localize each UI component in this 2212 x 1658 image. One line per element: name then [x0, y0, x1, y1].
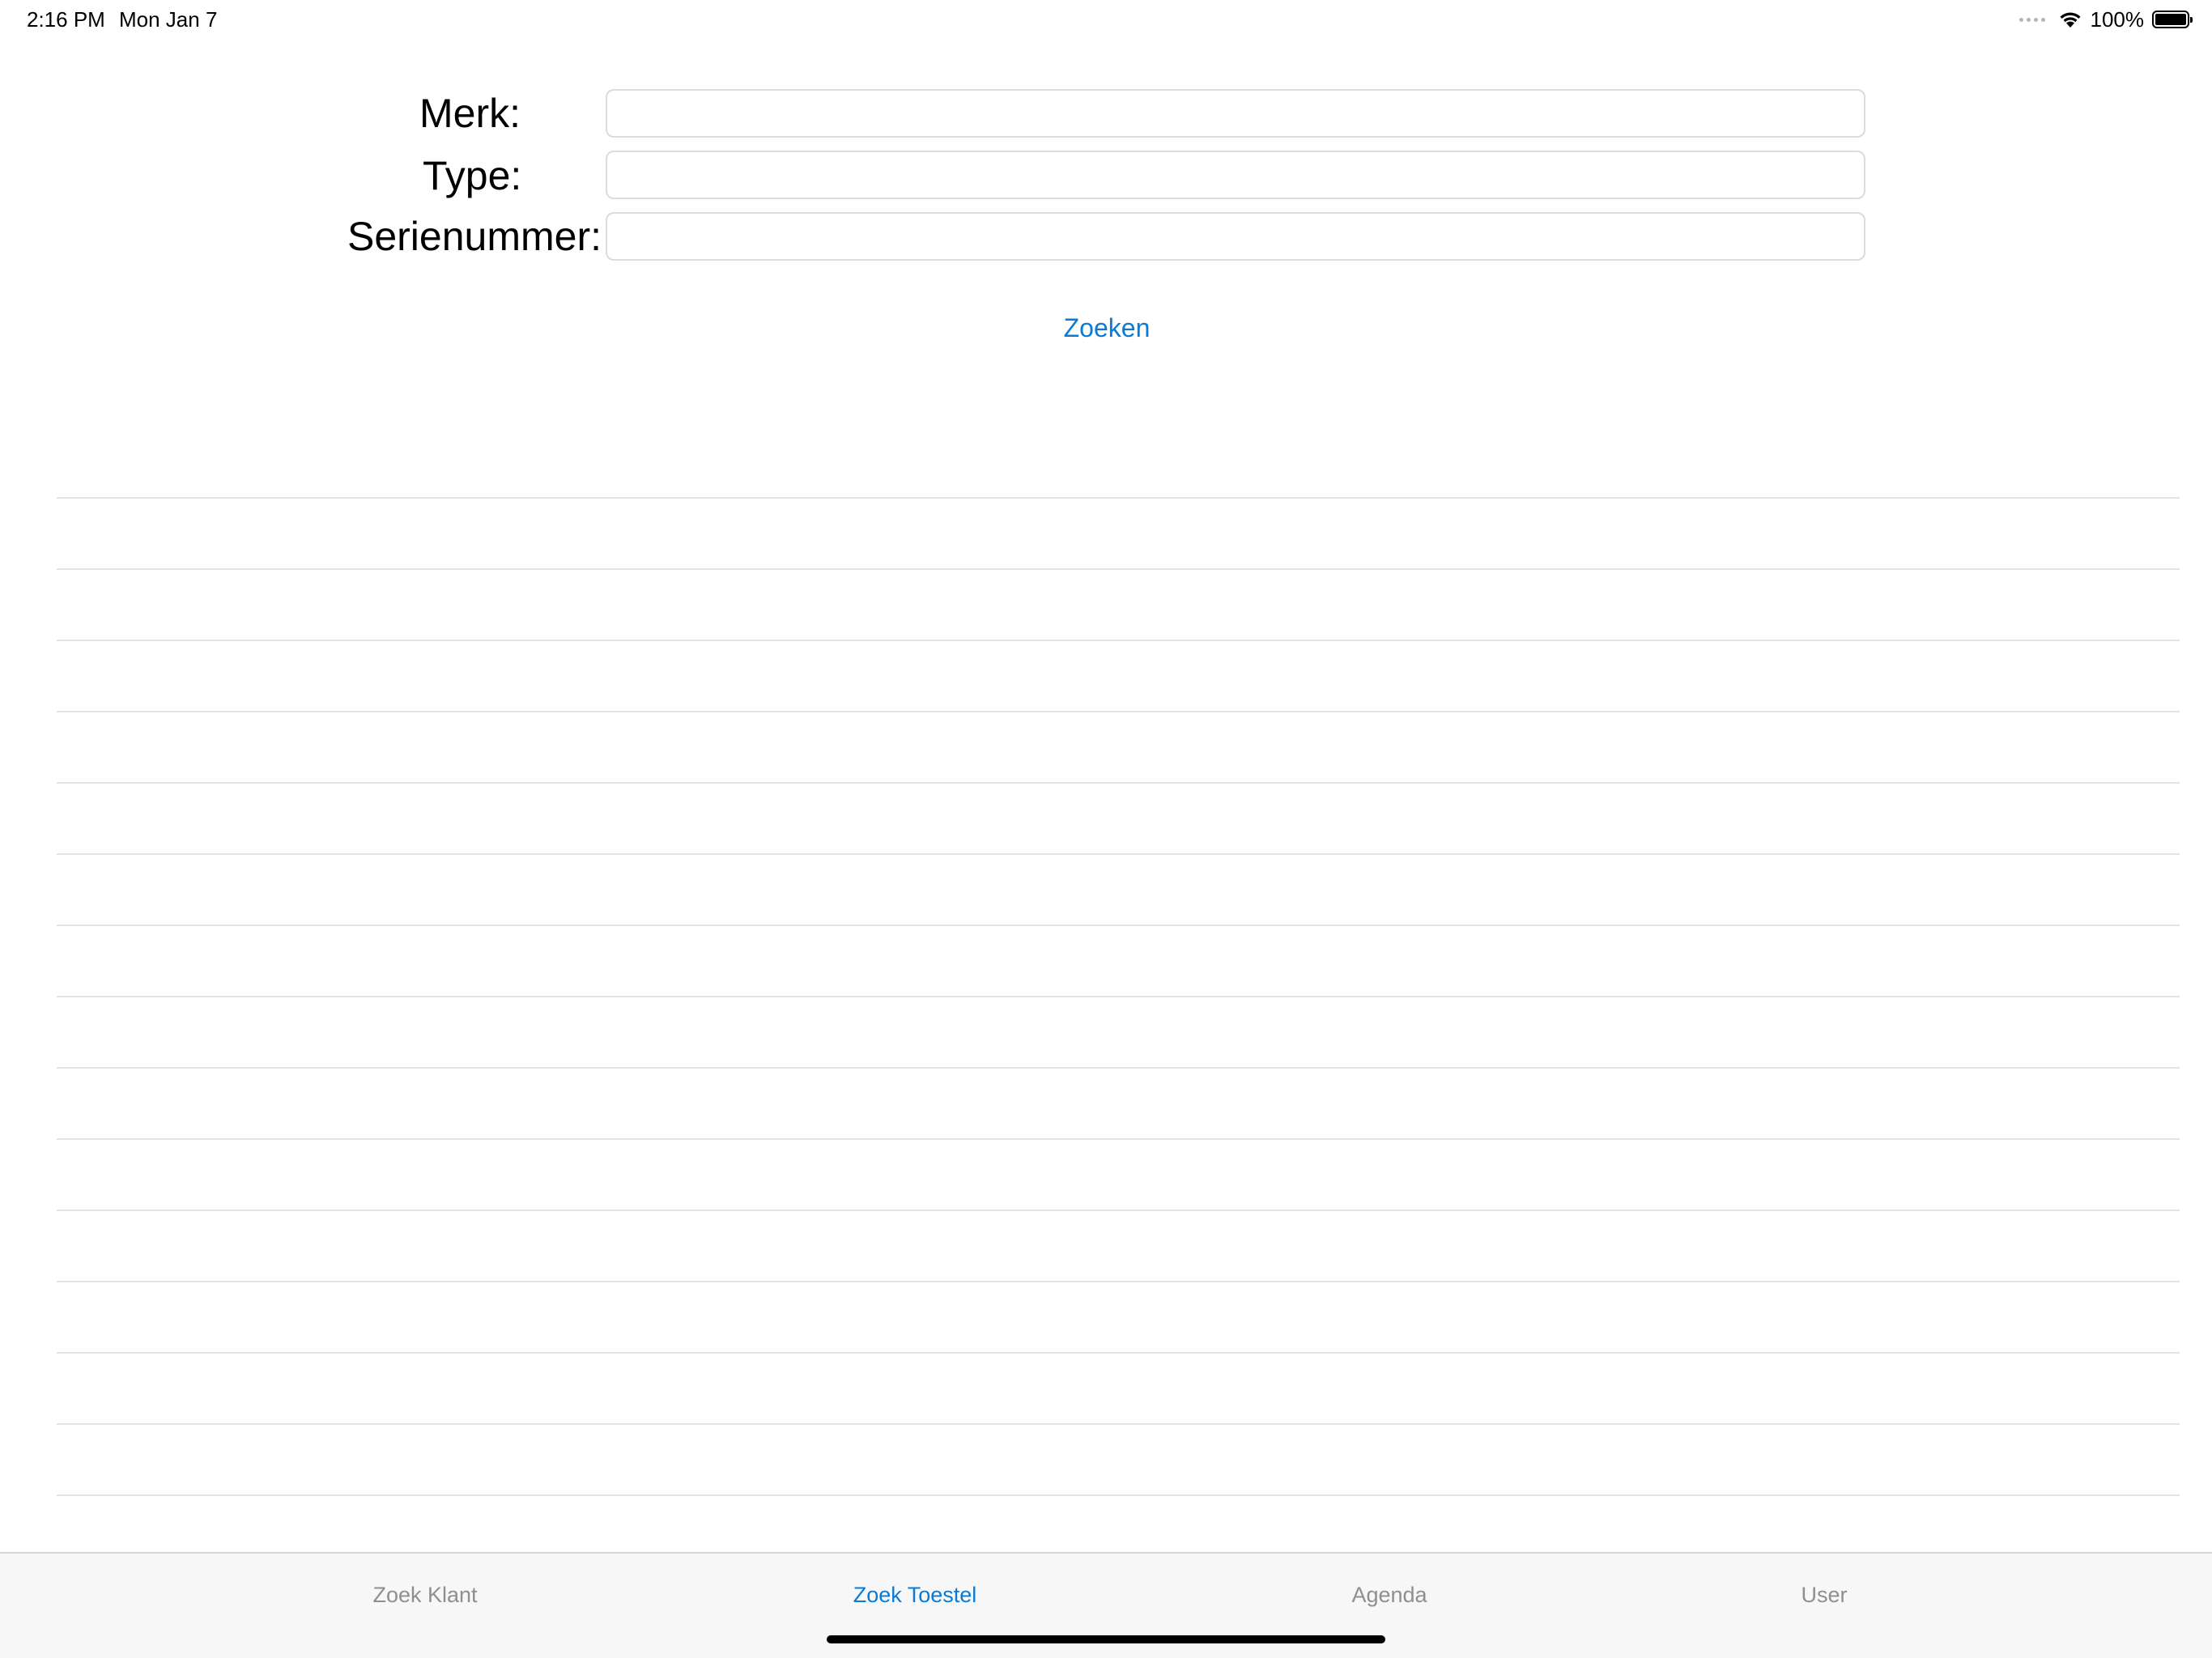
type-input[interactable]: [606, 151, 1865, 199]
table-row[interactable]: [57, 640, 2180, 711]
table-row[interactable]: [57, 1281, 2180, 1352]
table-row[interactable]: [57, 568, 2180, 640]
table-row[interactable]: [57, 925, 2180, 996]
serial-number-input[interactable]: [606, 212, 1865, 261]
battery-percent: 100%: [2090, 6, 2145, 32]
tab-user[interactable]: User: [1801, 1581, 1847, 1609]
table-row[interactable]: [57, 1067, 2180, 1138]
type-label: Type:: [423, 153, 522, 198]
table-row[interactable]: [57, 996, 2180, 1067]
table-row[interactable]: [57, 711, 2180, 782]
screen: 2:16 PM Mon Jan 7 100% Merk: Type: Serie…: [0, 0, 2212, 1658]
home-indicator[interactable]: [827, 1635, 1385, 1643]
brand-input[interactable]: [606, 89, 1865, 138]
status-time: 2:16 PM: [27, 7, 105, 32]
status-date: Mon Jan 7: [119, 7, 218, 32]
results-table[interactable]: [57, 497, 2180, 1566]
table-row[interactable]: [57, 782, 2180, 853]
search-button[interactable]: Zoeken: [1053, 308, 1161, 348]
tab-zoek-toestel[interactable]: Zoek Toestel: [853, 1581, 977, 1609]
table-row[interactable]: [57, 497, 2180, 568]
tab-zoek-klant[interactable]: Zoek Klant: [372, 1581, 477, 1609]
brand-label: Merk:: [419, 91, 521, 136]
table-row[interactable]: [57, 1138, 2180, 1209]
wifi-icon: [2060, 12, 2080, 28]
table-row[interactable]: [57, 1423, 2180, 1494]
table-row[interactable]: [57, 1352, 2180, 1423]
battery-icon: [2152, 11, 2193, 28]
status-indicators: 100%: [2018, 5, 2193, 34]
table-row[interactable]: [57, 853, 2180, 925]
signal-dots-icon: [2018, 17, 2045, 22]
table-row[interactable]: [57, 1209, 2180, 1281]
tab-agenda[interactable]: Agenda: [1351, 1581, 1427, 1609]
serial-number-label: Serienummer:: [347, 214, 602, 259]
